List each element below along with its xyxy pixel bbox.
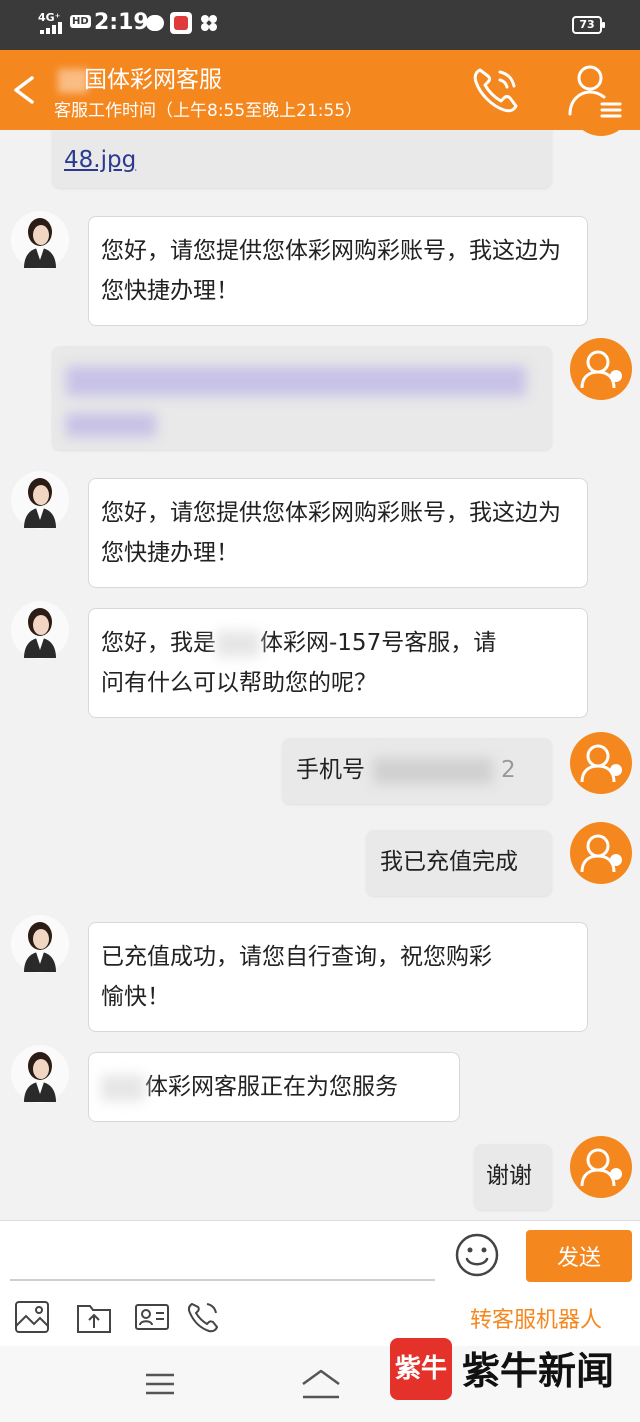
user-avatar bbox=[570, 822, 632, 884]
agent-avatar bbox=[11, 1045, 69, 1103]
agent-message: 已充值成功，请您自行查询，祝您购彩 愉快！ bbox=[88, 922, 588, 1032]
back-arrow-icon[interactable] bbox=[10, 70, 38, 110]
redacted-text bbox=[66, 365, 526, 396]
agent-message: 您好，请您提供您体彩网购彩账号，我这边为您快捷办理！ bbox=[88, 216, 588, 326]
contact-card-icon[interactable] bbox=[134, 1300, 170, 1334]
transfer-to-robot-link[interactable]: 转客服机器人 bbox=[470, 1302, 602, 1334]
user-message: 手机号 2 bbox=[282, 738, 552, 804]
chat-toolbar: 转客服机器人 bbox=[0, 1290, 640, 1346]
user-message: 我已充值完成 bbox=[366, 830, 552, 896]
attachment-link[interactable]: 48.jpg bbox=[64, 147, 136, 173]
redacted-phone-number bbox=[373, 757, 493, 784]
phone-icon[interactable] bbox=[470, 64, 522, 116]
agent-avatar bbox=[11, 915, 69, 973]
folder-upload-icon[interactable] bbox=[76, 1300, 112, 1334]
hd-badge: HD bbox=[70, 15, 91, 28]
agent-message: 您好，我是 体彩网-157号客服，请 问有什么可以帮助您的呢？ bbox=[88, 608, 588, 718]
message-attachment[interactable]: 48.jpg bbox=[52, 130, 552, 188]
message-notification-icon bbox=[146, 15, 164, 31]
agent-message: 您好，请您提供您体彩网购彩账号，我这边为您快捷办理！ bbox=[88, 478, 588, 588]
watermark-logo: 紫牛 bbox=[390, 1338, 452, 1400]
redacted-text bbox=[66, 412, 156, 437]
user-avatar bbox=[570, 732, 632, 794]
service-hours: 客服工作时间（上午8:55至晚上21:55） bbox=[54, 101, 363, 121]
home-icon[interactable] bbox=[300, 1368, 342, 1400]
chat-header: 国体彩网客服 客服工作时间（上午8:55至晚上21:55） bbox=[0, 50, 640, 130]
menu-icon[interactable] bbox=[144, 1372, 176, 1396]
user-message: 谢谢 bbox=[474, 1144, 552, 1210]
battery-icon: 73 bbox=[572, 16, 605, 34]
agent-avatar bbox=[11, 471, 69, 529]
agent-avatar bbox=[11, 211, 69, 269]
app-notification-icon bbox=[170, 12, 192, 34]
fan-notification-icon bbox=[201, 15, 217, 31]
status-bar: 4G⁺ HD 2:19 73 bbox=[0, 0, 640, 50]
user-message-redacted bbox=[52, 346, 552, 450]
clock: 2:19 bbox=[94, 10, 149, 35]
user-avatar bbox=[570, 1136, 632, 1198]
signal-icon bbox=[40, 22, 68, 34]
phone-call-icon[interactable] bbox=[186, 1300, 222, 1334]
watermark-brand: 紫牛新闻 bbox=[462, 1348, 615, 1393]
redacted-title-prefix bbox=[58, 68, 88, 93]
page-title: 国体彩网客服 bbox=[58, 60, 222, 94]
agent-avatar bbox=[11, 601, 69, 659]
user-avatar bbox=[570, 338, 632, 400]
send-button[interactable]: 发送 bbox=[526, 1230, 632, 1282]
message-input[interactable] bbox=[10, 1231, 435, 1277]
user-avatar bbox=[570, 130, 632, 136]
input-underline bbox=[10, 1279, 435, 1281]
emoji-icon[interactable] bbox=[454, 1232, 500, 1278]
image-icon[interactable] bbox=[14, 1300, 50, 1334]
redacted-text bbox=[101, 1074, 145, 1101]
chat-message-list[interactable]: 48.jpg 您好，请您提供您体彩网购彩账号，我这边为您快捷办理！ 您好，请您提… bbox=[0, 130, 640, 1220]
agent-message: 体彩网客服正在为您服务 bbox=[88, 1052, 460, 1122]
message-input-bar: 发送 bbox=[0, 1220, 640, 1290]
redacted-text bbox=[216, 630, 260, 657]
user-profile-icon[interactable] bbox=[566, 62, 624, 120]
